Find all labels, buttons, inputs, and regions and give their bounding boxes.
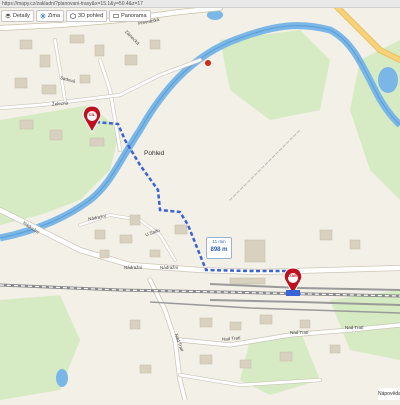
details-button-label: Detaily — [13, 11, 30, 22]
street-label: Nad Tratí — [290, 330, 309, 335]
help-button[interactable]: Nápověda — [378, 388, 400, 400]
route-summary[interactable]: 11 min 898 m — [206, 237, 232, 259]
winter-button[interactable]: Zima — [36, 10, 64, 22]
layers-icon — [5, 13, 11, 19]
view3d-button-label: 3D pohled — [78, 11, 103, 22]
end-marker-label: CÍL — [86, 112, 98, 117]
map-canvas[interactable] — [0, 0, 400, 400]
pond — [56, 369, 68, 387]
start-marker[interactable] — [284, 268, 301, 296]
poi-pin[interactable] — [205, 60, 211, 66]
street-label: Nádražní — [160, 265, 178, 270]
street-label: Nad Tratí — [345, 325, 364, 330]
street-label: Nádražní — [124, 265, 142, 270]
route-distance: 898 m — [207, 246, 231, 255]
map-toolbar: Detaily Zima 3D pohled Panorama — [0, 10, 151, 22]
snowflake-icon — [40, 13, 46, 19]
browser-url-bar[interactable]: https://mapy.cz/zakladni?planovani-trasy… — [0, 0, 400, 8]
winter-button-label: Zima — [48, 11, 60, 22]
route-time: 11 min — [207, 238, 231, 246]
panorama-icon — [113, 13, 119, 19]
pond — [378, 67, 398, 93]
place-label: Pohled — [144, 150, 164, 157]
cube-icon — [70, 13, 76, 19]
details-button[interactable]: Detaily — [1, 10, 34, 22]
start-marker-label: START — [285, 274, 301, 278]
view3d-button[interactable]: 3D pohled — [66, 10, 107, 22]
